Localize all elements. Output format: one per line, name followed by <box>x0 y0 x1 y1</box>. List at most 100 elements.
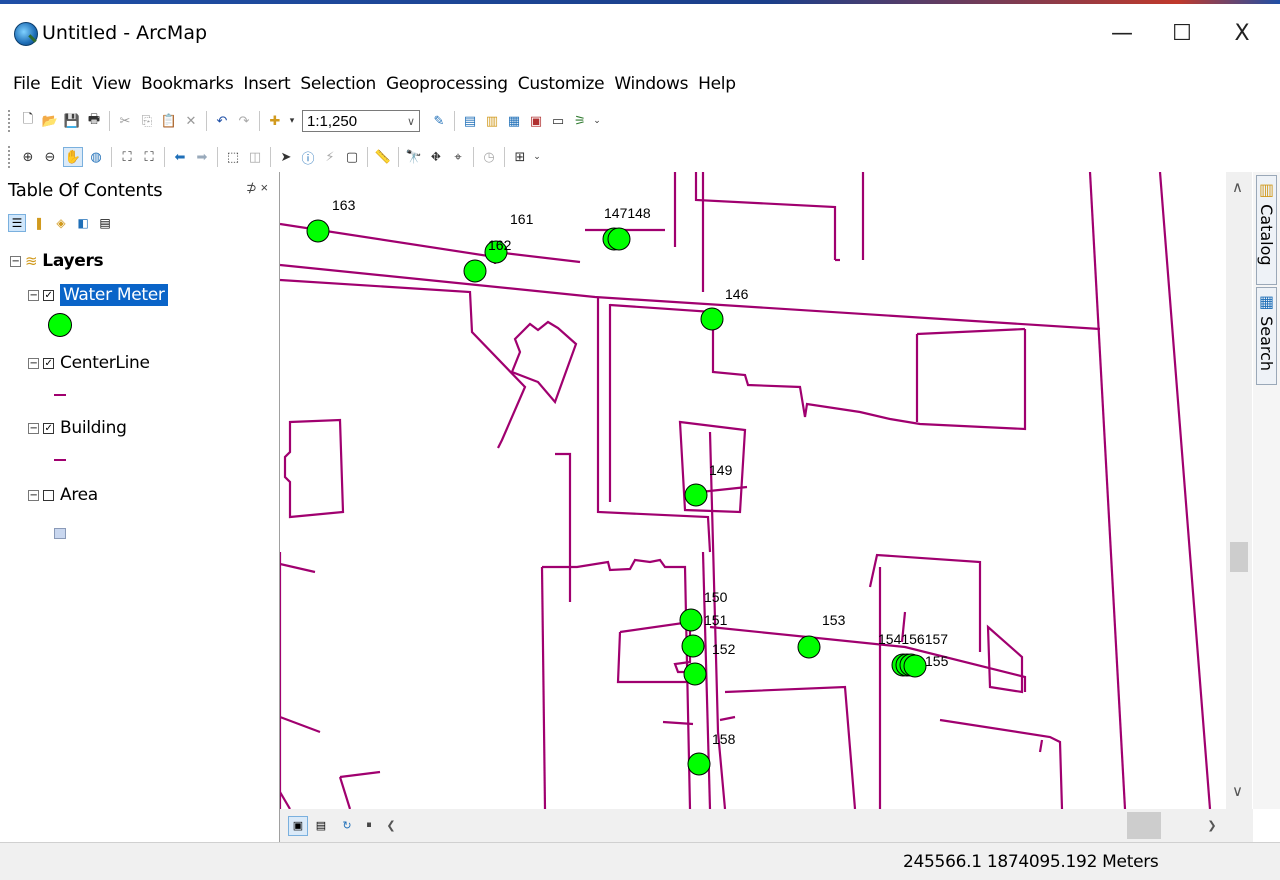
maximize-button[interactable]: ☐ <box>1162 20 1202 48</box>
menu-selection[interactable]: Selection <box>295 70 381 98</box>
full-extent-icon[interactable]: ◍ <box>87 148 105 166</box>
water-meter-point-163[interactable] <box>306 219 330 243</box>
fixed-zoom-in-icon[interactable]: ⛶ <box>118 148 136 166</box>
toc-pin-close-icon[interactable]: ⊅ × <box>246 180 268 196</box>
fixed-zoom-out-icon[interactable]: ⛶ <box>140 148 158 166</box>
water-meter-symbol[interactable] <box>48 313 72 337</box>
layer-label[interactable]: Area <box>60 485 98 505</box>
copy-icon[interactable]: ⎘ <box>138 112 156 130</box>
water-meter-point-155[interactable] <box>903 654 927 678</box>
menu-edit[interactable]: Edit <box>45 70 87 98</box>
water-meter-point-152[interactable] <box>683 662 707 686</box>
water-meter-point-149[interactable] <box>684 483 708 507</box>
search-window-icon[interactable]: ▦ <box>505 112 523 130</box>
scroll-up-icon[interactable]: ∧ <box>1232 178 1243 196</box>
menu-windows[interactable]: Windows <box>609 70 693 98</box>
menu-view[interactable]: View <box>87 70 136 98</box>
catalog-tab[interactable]: ▥ Catalog <box>1256 175 1277 285</box>
toolbar-overflow-icon[interactable]: ⌄ <box>593 112 601 130</box>
map-canvas[interactable]: 163 161 162 147148 146 149 150 151 152 1… <box>280 172 1226 809</box>
model-builder-icon[interactable]: ⚞ <box>571 112 589 130</box>
layer-visibility-checkbox[interactable]: ✓ <box>43 289 54 301</box>
select-features-icon[interactable]: ⬚ <box>224 148 242 166</box>
zoom-out-icon[interactable]: ⊖ <box>41 148 59 166</box>
find-binoculars-icon[interactable]: 🔭 <box>405 148 423 166</box>
vertical-scroll-thumb[interactable] <box>1230 542 1248 572</box>
layer-centerline[interactable]: − ✓ CenterLine <box>28 350 150 376</box>
identify-icon[interactable]: ⓘ <box>299 148 317 167</box>
data-view-icon[interactable]: ▣ <box>288 815 308 836</box>
search-tab[interactable]: ▦ Search <box>1256 287 1277 385</box>
close-button[interactable]: X <box>1222 20 1262 48</box>
map-svg[interactable]: 163 161 162 147148 146 149 150 151 152 1… <box>280 172 1226 809</box>
layers-root[interactable]: − ≋ Layers <box>10 248 104 274</box>
delete-icon[interactable]: ✕ <box>182 112 200 130</box>
python-window-icon[interactable]: ▭ <box>549 112 567 130</box>
layout-view-icon[interactable]: ▤ <box>312 817 330 835</box>
list-by-visibility-icon[interactable]: ◈ <box>52 214 70 232</box>
layer-visibility-checkbox[interactable] <box>43 489 54 501</box>
layer-visibility-checkbox[interactable]: ✓ <box>43 357 54 369</box>
save-icon[interactable]: 💾 <box>63 112 81 130</box>
list-by-drawing-order-icon[interactable]: ☰ <box>8 214 26 232</box>
clear-selection-icon[interactable]: ◫ <box>246 148 264 166</box>
layer-water-meter[interactable]: − ✓ Water Meter <box>28 282 168 308</box>
pause-drawing-icon[interactable]: ⏸ <box>360 817 378 835</box>
menu-file[interactable]: File <box>8 70 45 98</box>
collapse-icon[interactable]: − <box>28 357 39 369</box>
undo-icon[interactable]: ↶ <box>213 112 231 130</box>
menu-insert[interactable]: Insert <box>238 70 295 98</box>
layer-building[interactable]: − ✓ Building <box>28 415 127 441</box>
back-extent-icon[interactable]: ⬅ <box>171 148 189 166</box>
find-route-icon[interactable]: ⛖ <box>427 148 445 166</box>
arctoolbox-icon[interactable]: ▣ <box>527 112 545 130</box>
centerline-symbol[interactable] <box>54 394 66 396</box>
refresh-view-icon[interactable]: ↻ <box>338 817 356 835</box>
add-data-icon[interactable]: ✚ <box>266 112 284 130</box>
paste-icon[interactable]: 📋 <box>160 112 178 130</box>
pan-hand-icon[interactable]: ✋ <box>63 147 83 167</box>
layer-label[interactable]: CenterLine <box>60 353 150 373</box>
collapse-icon[interactable]: − <box>28 422 39 434</box>
cut-icon[interactable]: ✂ <box>116 112 134 130</box>
water-meter-point-150[interactable] <box>679 608 703 632</box>
building-symbol[interactable] <box>54 459 66 461</box>
layer-area[interactable]: − Area <box>28 482 98 508</box>
collapse-icon[interactable]: − <box>28 289 39 301</box>
scroll-left-icon[interactable]: ❮ <box>382 817 400 835</box>
horizontal-scroll-thumb[interactable] <box>1127 812 1161 839</box>
toolbar-grip[interactable] <box>8 146 13 168</box>
select-elements-icon[interactable]: ➤ <box>277 148 295 166</box>
editor-toolbar-icon[interactable]: ✎ <box>430 112 448 130</box>
table-of-contents-icon[interactable]: ▤ <box>461 112 479 130</box>
water-meter-point-148[interactable] <box>607 227 631 251</box>
catalog-window-icon[interactable]: ▥ <box>483 112 501 130</box>
print-icon[interactable]: 🖶 <box>85 112 103 130</box>
water-meter-point-146[interactable] <box>700 307 724 331</box>
layer-visibility-checkbox[interactable]: ✓ <box>43 422 54 434</box>
forward-extent-icon[interactable]: ➡ <box>193 148 211 166</box>
redo-icon[interactable]: ↷ <box>235 112 253 130</box>
zoom-in-icon[interactable]: ⊕ <box>19 148 37 166</box>
go-to-xy-icon[interactable]: ⌖ <box>449 148 467 166</box>
collapse-icon[interactable]: − <box>10 255 21 267</box>
dropdown-arrow-icon[interactable]: ▾ <box>288 112 296 130</box>
toc-options-icon[interactable]: ▤ <box>96 214 114 232</box>
hyperlink-icon[interactable]: ⚡ <box>321 148 339 166</box>
water-meter-point-162[interactable] <box>463 259 487 283</box>
collapse-icon[interactable]: − <box>28 489 39 501</box>
list-by-selection-icon[interactable]: ◧ <box>74 214 92 232</box>
menu-geoprocessing[interactable]: Geoprocessing <box>381 70 513 98</box>
scroll-down-icon[interactable]: ∨ <box>1232 782 1243 800</box>
area-symbol[interactable] <box>54 528 66 539</box>
time-slider-icon[interactable]: ◷ <box>480 148 498 166</box>
map-vertical-scrollbar[interactable]: ∧ ∨ <box>1226 172 1252 809</box>
create-viewer-icon[interactable]: ⊞ <box>511 148 529 166</box>
toolbar-overflow-icon[interactable]: ⌄ <box>533 148 541 166</box>
menu-customize[interactable]: Customize <box>513 70 610 98</box>
open-folder-icon[interactable]: 📂 <box>41 112 59 130</box>
new-document-icon[interactable]: 🗋 <box>19 112 37 130</box>
html-popup-icon[interactable]: ▢ <box>343 148 361 166</box>
menu-bookmarks[interactable]: Bookmarks <box>136 70 238 98</box>
minimize-button[interactable]: — <box>1102 20 1142 48</box>
